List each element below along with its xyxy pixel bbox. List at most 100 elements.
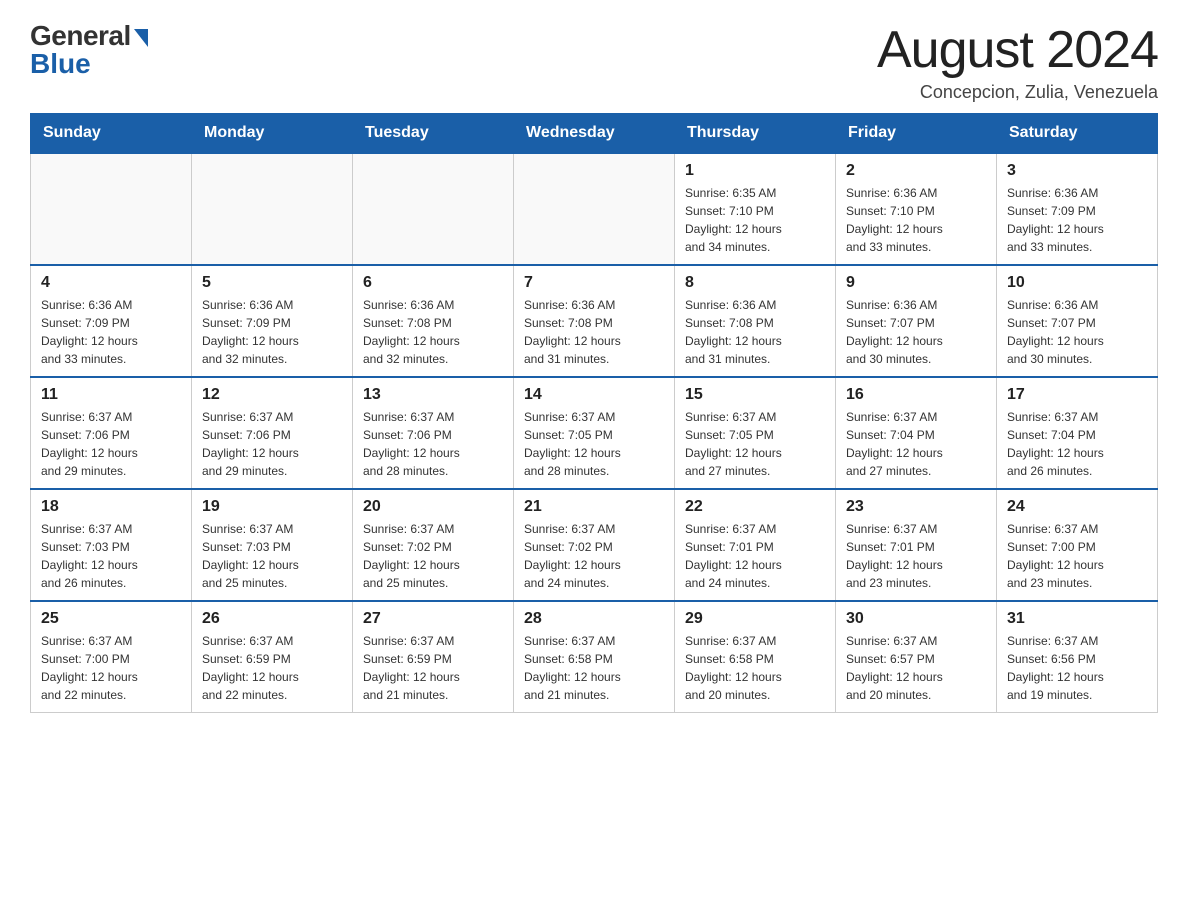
title-section: August 2024 Concepcion, Zulia, Venezuela	[877, 20, 1158, 103]
calendar-cell: 26 Sunrise: 6:37 AMSunset: 6:59 PMDayligh…	[192, 601, 353, 713]
day-info: Sunrise: 6:37 AMSunset: 7:03 PMDaylight:…	[202, 520, 342, 592]
day-info: Sunrise: 6:35 AMSunset: 7:10 PMDaylight:…	[685, 184, 825, 256]
weekday-header-sunday: Sunday	[31, 114, 192, 154]
logo: General Blue	[30, 20, 148, 80]
calendar-cell: 9Sunrise: 6:36 AMSunset: 7:07 PMDaylight…	[836, 265, 997, 377]
calendar-cell: 12Sunrise: 6:37 AMSunset: 7:06 PMDayligh…	[192, 377, 353, 489]
weekday-header-tuesday: Tuesday	[353, 114, 514, 154]
calendar-cell	[31, 153, 192, 265]
calendar-cell: 3 Sunrise: 6:36 AMSunset: 7:09 PMDaylight…	[997, 153, 1158, 265]
day-info: Sunrise: 6:37 AMSunset: 7:00 PMDaylight:…	[1007, 520, 1147, 592]
day-number: 20	[363, 498, 503, 516]
calendar-cell	[192, 153, 353, 265]
weekday-header-row: SundayMondayTuesdayWednesdayThursdayFrid…	[31, 114, 1158, 154]
calendar-title: August 2024	[877, 20, 1158, 80]
day-number: 23	[846, 498, 986, 516]
day-info: Sunrise: 6:37 AMSunset: 6:57 PMDaylight:…	[846, 632, 986, 704]
day-info: Sunrise: 6:36 AMSunset: 7:09 PMDaylight:…	[202, 296, 342, 368]
calendar-table: SundayMondayTuesdayWednesdayThursdayFrid…	[30, 113, 1158, 713]
day-number: 25	[41, 610, 181, 628]
calendar-cell: 22 Sunrise: 6:37 AMSunset: 7:01 PMDayligh…	[675, 489, 836, 601]
day-number: 17	[1007, 386, 1147, 404]
weekday-header-thursday: Thursday	[675, 114, 836, 154]
page-header: General Blue August 2024 Concepcion, Zul…	[30, 20, 1158, 103]
day-info: Sunrise: 6:37 AMSunset: 7:01 PMDaylight:…	[846, 520, 986, 592]
day-number: 29	[685, 610, 825, 628]
day-info: Sunrise: 6:37 AMSunset: 6:58 PMDaylight:…	[524, 632, 664, 704]
weekday-header-saturday: Saturday	[997, 114, 1158, 154]
week-row-3: 11 Sunrise: 6:37 AMSunset: 7:06 PMDayligh…	[31, 377, 1158, 489]
day-info: Sunrise: 6:37 AMSunset: 7:05 PMDaylight:…	[524, 408, 664, 480]
day-number: 31	[1007, 610, 1147, 628]
day-number: 3	[1007, 162, 1147, 180]
day-number: 26	[202, 610, 342, 628]
day-info: Sunrise: 6:37 AMSunset: 6:59 PMDaylight:…	[202, 632, 342, 704]
day-info: Sunrise: 6:37 AMSunset: 7:04 PMDaylight:…	[1007, 408, 1147, 480]
day-info: Sunrise: 6:37 AMSunset: 7:00 PMDaylight:…	[41, 632, 181, 704]
calendar-cell: 25 Sunrise: 6:37 AMSunset: 7:00 PMDayligh…	[31, 601, 192, 713]
calendar-cell: 29 Sunrise: 6:37 AMSunset: 6:58 PMDayligh…	[675, 601, 836, 713]
calendar-cell: 24 Sunrise: 6:37 AMSunset: 7:00 PMDayligh…	[997, 489, 1158, 601]
calendar-cell: 19 Sunrise: 6:37 AMSunset: 7:03 PMDayligh…	[192, 489, 353, 601]
calendar-cell: 21Sunrise: 6:37 AMSunset: 7:02 PMDayligh…	[514, 489, 675, 601]
day-info: Sunrise: 6:36 AMSunset: 7:07 PMDaylight:…	[1007, 296, 1147, 368]
calendar-cell: 6 Sunrise: 6:36 AMSunset: 7:08 PMDaylight…	[353, 265, 514, 377]
day-info: Sunrise: 6:36 AMSunset: 7:08 PMDaylight:…	[363, 296, 503, 368]
day-number: 16	[846, 386, 986, 404]
week-row-2: 4Sunrise: 6:36 AMSunset: 7:09 PMDaylight…	[31, 265, 1158, 377]
day-info: Sunrise: 6:37 AMSunset: 7:01 PMDaylight:…	[685, 520, 825, 592]
week-row-1: 1 Sunrise: 6:35 AMSunset: 7:10 PMDaylight…	[31, 153, 1158, 265]
day-number: 14	[524, 386, 664, 404]
day-number: 2	[846, 162, 986, 180]
calendar-cell	[353, 153, 514, 265]
calendar-cell: 7Sunrise: 6:36 AMSunset: 7:08 PMDaylight…	[514, 265, 675, 377]
day-number: 15	[685, 386, 825, 404]
day-number: 30	[846, 610, 986, 628]
day-number: 13	[363, 386, 503, 404]
day-number: 1	[685, 162, 825, 180]
logo-arrow-icon	[134, 29, 148, 47]
day-number: 19	[202, 498, 342, 516]
day-info: Sunrise: 6:37 AMSunset: 6:58 PMDaylight:…	[685, 632, 825, 704]
calendar-cell: 17 Sunrise: 6:37 AMSunset: 7:04 PMDayligh…	[997, 377, 1158, 489]
day-number: 28	[524, 610, 664, 628]
day-info: Sunrise: 6:37 AMSunset: 7:06 PMDaylight:…	[363, 408, 503, 480]
calendar-cell: 28 Sunrise: 6:37 AMSunset: 6:58 PMDayligh…	[514, 601, 675, 713]
day-info: Sunrise: 6:37 AMSunset: 7:06 PMDaylight:…	[202, 408, 342, 480]
calendar-cell: 11 Sunrise: 6:37 AMSunset: 7:06 PMDayligh…	[31, 377, 192, 489]
day-info: Sunrise: 6:36 AMSunset: 7:10 PMDaylight:…	[846, 184, 986, 256]
day-number: 10	[1007, 274, 1147, 292]
day-number: 22	[685, 498, 825, 516]
calendar-cell: 8Sunrise: 6:36 AMSunset: 7:08 PMDaylight…	[675, 265, 836, 377]
day-number: 11	[41, 386, 181, 404]
calendar-cell: 13 Sunrise: 6:37 AMSunset: 7:06 PMDayligh…	[353, 377, 514, 489]
weekday-header-monday: Monday	[192, 114, 353, 154]
calendar-cell: 14 Sunrise: 6:37 AMSunset: 7:05 PMDayligh…	[514, 377, 675, 489]
calendar-cell: 30 Sunrise: 6:37 AMSunset: 6:57 PMDayligh…	[836, 601, 997, 713]
weekday-header-friday: Friday	[836, 114, 997, 154]
day-info: Sunrise: 6:37 AMSunset: 7:02 PMDaylight:…	[363, 520, 503, 592]
day-info: Sunrise: 6:37 AMSunset: 6:56 PMDaylight:…	[1007, 632, 1147, 704]
day-info: Sunrise: 6:37 AMSunset: 7:05 PMDaylight:…	[685, 408, 825, 480]
day-info: Sunrise: 6:37 AMSunset: 7:06 PMDaylight:…	[41, 408, 181, 480]
calendar-cell: 1 Sunrise: 6:35 AMSunset: 7:10 PMDaylight…	[675, 153, 836, 265]
calendar-cell: 15 Sunrise: 6:37 AMSunset: 7:05 PMDayligh…	[675, 377, 836, 489]
day-info: Sunrise: 6:37 AMSunset: 7:02 PMDaylight:…	[524, 520, 664, 592]
day-number: 6	[363, 274, 503, 292]
day-number: 24	[1007, 498, 1147, 516]
week-row-4: 18 Sunrise: 6:37 AMSunset: 7:03 PMDayligh…	[31, 489, 1158, 601]
day-info: Sunrise: 6:36 AMSunset: 7:09 PMDaylight:…	[1007, 184, 1147, 256]
calendar-cell: 2 Sunrise: 6:36 AMSunset: 7:10 PMDaylight…	[836, 153, 997, 265]
day-info: Sunrise: 6:36 AMSunset: 7:08 PMDaylight:…	[685, 296, 825, 368]
day-info: Sunrise: 6:37 AMSunset: 7:04 PMDaylight:…	[846, 408, 986, 480]
day-number: 18	[41, 498, 181, 516]
calendar-cell: 27Sunrise: 6:37 AMSunset: 6:59 PMDayligh…	[353, 601, 514, 713]
day-info: Sunrise: 6:36 AMSunset: 7:07 PMDaylight:…	[846, 296, 986, 368]
calendar-cell: 16 Sunrise: 6:37 AMSunset: 7:04 PMDayligh…	[836, 377, 997, 489]
calendar-subtitle: Concepcion, Zulia, Venezuela	[877, 82, 1158, 103]
week-row-5: 25 Sunrise: 6:37 AMSunset: 7:00 PMDayligh…	[31, 601, 1158, 713]
day-info: Sunrise: 6:36 AMSunset: 7:09 PMDaylight:…	[41, 296, 181, 368]
calendar-cell	[514, 153, 675, 265]
day-info: Sunrise: 6:36 AMSunset: 7:08 PMDaylight:…	[524, 296, 664, 368]
calendar-cell: 5Sunrise: 6:36 AMSunset: 7:09 PMDaylight…	[192, 265, 353, 377]
